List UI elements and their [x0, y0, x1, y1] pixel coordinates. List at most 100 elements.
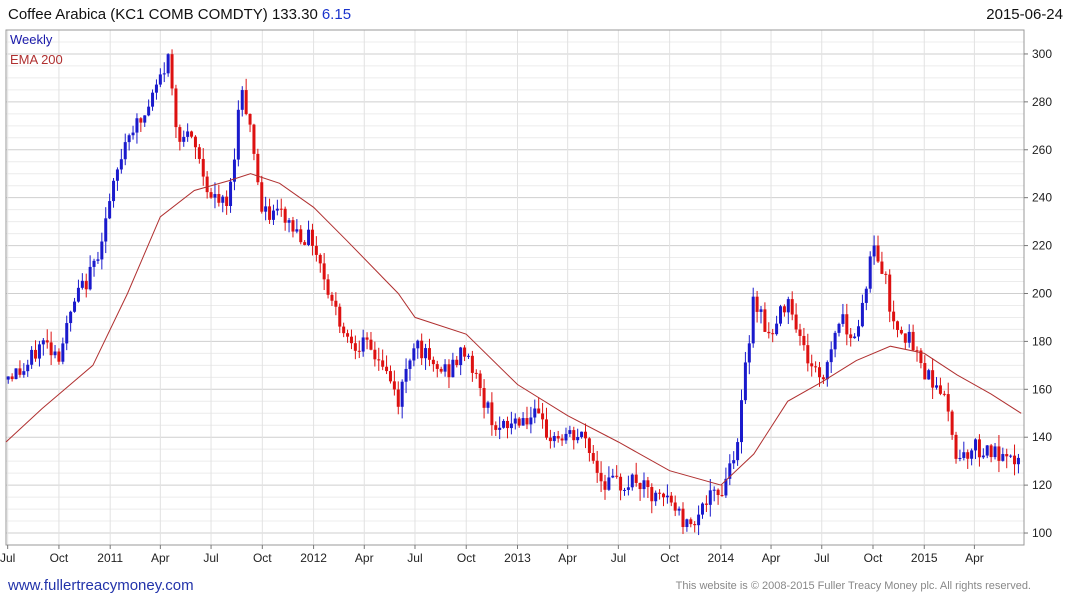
candle-body — [447, 364, 451, 378]
candle-body — [825, 362, 829, 380]
candle — [10, 373, 14, 382]
candle — [201, 148, 205, 186]
candle-body — [884, 273, 888, 275]
candle — [346, 329, 350, 343]
candle — [498, 416, 502, 440]
candle — [256, 148, 260, 186]
candle — [435, 360, 439, 378]
candle-body — [307, 229, 311, 245]
candle — [53, 345, 57, 359]
candle-body — [431, 359, 435, 365]
chart-date: 2015-06-24 — [986, 6, 1063, 23]
candle-body — [443, 364, 447, 372]
candle — [775, 315, 779, 336]
candle-body — [638, 482, 642, 490]
candle-body — [903, 333, 907, 343]
candle-body — [544, 419, 548, 438]
candle-body — [595, 460, 599, 473]
candle — [681, 502, 685, 535]
candle — [634, 462, 638, 487]
candle — [166, 53, 170, 77]
candle-body — [576, 436, 580, 441]
x-tick-label: Apr — [965, 551, 984, 565]
candle — [404, 358, 408, 394]
candle-body — [704, 503, 708, 505]
candle-body — [69, 311, 73, 324]
candle — [669, 492, 673, 507]
candle-body — [295, 229, 299, 232]
candle-body — [135, 118, 139, 133]
website-link[interactable]: www.fullertreacymoney.com — [8, 577, 194, 594]
candle — [935, 377, 939, 390]
candle — [45, 329, 49, 349]
candle-body — [767, 331, 771, 334]
candle — [907, 324, 911, 348]
candle — [884, 271, 888, 285]
y-tick-label: 240 — [1032, 191, 1052, 205]
candle-body — [568, 430, 572, 434]
candle-body — [646, 480, 650, 488]
candle-body — [482, 388, 486, 408]
candle-body — [740, 400, 744, 443]
candle-body — [630, 474, 634, 488]
candle-body — [451, 359, 455, 378]
candle — [946, 382, 950, 422]
y-axis: 100 120 140 160 180 200 220 240 260 280 300 — [1024, 47, 1052, 540]
candle — [825, 360, 829, 387]
candle — [482, 379, 486, 419]
candle-body — [318, 254, 322, 264]
candle-body — [256, 153, 260, 183]
candle-body — [599, 472, 603, 482]
candle-body — [958, 457, 962, 459]
candle-body — [794, 314, 798, 330]
candle-body — [61, 343, 65, 362]
candle-body — [248, 113, 252, 125]
candle-body — [1005, 454, 1009, 457]
candle-body — [240, 90, 244, 110]
candle — [26, 359, 30, 377]
candle — [942, 390, 946, 397]
candle-body — [283, 208, 287, 223]
candle-body — [100, 241, 104, 260]
chart-title: Coffee Arabica (KC1 COMB COMDTY) 133.30 6… — [8, 6, 351, 23]
candle — [685, 518, 689, 532]
candle — [225, 190, 229, 215]
candle-body — [49, 342, 53, 356]
candle-body — [65, 323, 69, 344]
candle-body — [931, 370, 935, 388]
candle — [34, 340, 38, 362]
candle-body — [435, 364, 439, 369]
candle — [229, 178, 233, 213]
candle — [338, 303, 342, 334]
candle — [377, 347, 381, 371]
candle — [502, 419, 506, 429]
candle-body — [751, 296, 755, 344]
candle — [490, 392, 494, 436]
candle-body — [37, 344, 41, 359]
candle — [845, 303, 849, 346]
candle-body — [287, 220, 291, 223]
price-change: 6.15 — [321, 6, 352, 23]
candle-body — [420, 340, 424, 359]
candle-body — [1013, 455, 1017, 465]
candle-body — [720, 495, 724, 497]
candle — [700, 502, 704, 519]
candle-body — [974, 439, 978, 451]
candle-body — [907, 331, 911, 343]
candle — [899, 326, 903, 335]
candle-body — [455, 359, 459, 366]
candle — [396, 381, 400, 415]
candle — [369, 331, 373, 351]
candle-body — [697, 514, 701, 526]
candle — [494, 421, 498, 436]
candle-body — [162, 73, 166, 75]
candle-body — [314, 245, 318, 255]
candle — [197, 144, 201, 164]
copyright-notice: This website is © 2008-2015 Fuller Treac… — [675, 580, 1031, 592]
candle — [158, 68, 162, 88]
candle-body — [615, 475, 619, 477]
candle-body — [264, 206, 268, 212]
candle — [642, 472, 646, 498]
candle-body — [154, 84, 158, 93]
candle-body — [466, 355, 470, 357]
